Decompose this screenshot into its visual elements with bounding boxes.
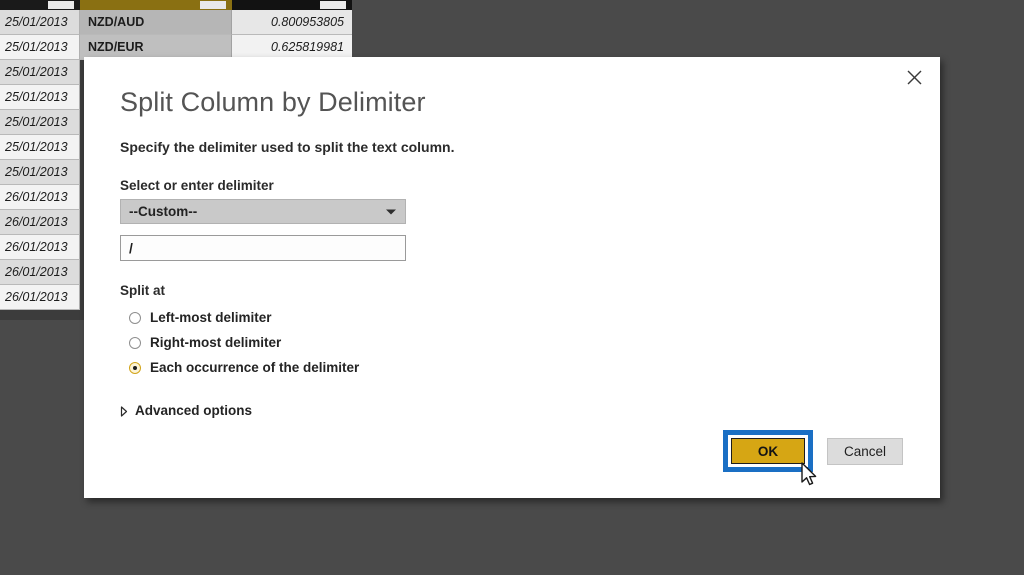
cell-date: 26/01/2013 [0, 260, 80, 285]
close-icon[interactable] [894, 61, 934, 93]
chevron-down-icon [386, 209, 396, 214]
header-tab-3 [320, 1, 346, 9]
cell-date: 26/01/2013 [0, 185, 80, 210]
split-at-option-label: Each occurrence of the delimiter [150, 360, 360, 375]
dialog-title: Split Column by Delimiter [120, 87, 426, 117]
cell-rate: 0.800953805 [232, 10, 352, 35]
split-at-radio-group: Left-most delimiter Right-most delimiter E… [120, 305, 904, 380]
grid-column-headers [0, 0, 352, 10]
cell-date: 26/01/2013 [0, 210, 80, 235]
cell-date: 26/01/2013 [0, 285, 80, 310]
cell-currency-pair: NZD/AUD [80, 10, 232, 35]
table-row[interactable]: 25/01/2013 NZD/AUD 0.800953805 [0, 10, 352, 35]
split-column-by-delimiter-dialog: Split Column by Delimiter Specify the de… [84, 57, 940, 498]
delimiter-select[interactable]: --Custom-- [120, 199, 406, 224]
delimiter-select-label: Select or enter delimiter [120, 178, 274, 193]
cell-date: 25/01/2013 [0, 35, 80, 60]
delimiter-select-value: --Custom-- [129, 204, 198, 219]
split-at-option-label: Left-most delimiter [150, 310, 272, 325]
radio-icon[interactable] [129, 361, 141, 374]
split-at-option-1[interactable]: Right-most delimiter [129, 330, 904, 355]
dialog-button-row: OK Cancel [723, 430, 903, 472]
split-at-option-2[interactable]: Each occurrence of the delimiter [129, 355, 904, 380]
header-tab-1 [48, 1, 74, 9]
radio-icon[interactable] [129, 311, 141, 324]
header-tab-2 [200, 1, 226, 9]
advanced-options-label: Advanced options [135, 403, 253, 418]
cell-date: 25/01/2013 [0, 110, 80, 135]
advanced-options-toggle[interactable]: Advanced options [120, 403, 904, 418]
cell-date: 25/01/2013 [0, 135, 80, 160]
chevron-right-icon [120, 405, 128, 417]
cancel-button[interactable]: Cancel [827, 437, 903, 465]
radio-icon[interactable] [129, 336, 141, 349]
split-at-option-label: Right-most delimiter [150, 335, 282, 350]
ok-button[interactable]: OK [731, 438, 805, 464]
split-at-label: Split at [120, 283, 166, 298]
dialog-subtitle: Specify the delimiter used to split the … [120, 139, 455, 155]
cell-date: 25/01/2013 [0, 160, 80, 185]
cell-date: 25/01/2013 [0, 60, 80, 85]
custom-delimiter-input[interactable] [120, 235, 406, 261]
cell-date: 25/01/2013 [0, 10, 80, 35]
ok-button-highlight: OK [723, 430, 813, 472]
cell-date: 26/01/2013 [0, 235, 80, 260]
cell-date: 25/01/2013 [0, 85, 80, 110]
split-at-option-0[interactable]: Left-most delimiter [129, 305, 904, 330]
